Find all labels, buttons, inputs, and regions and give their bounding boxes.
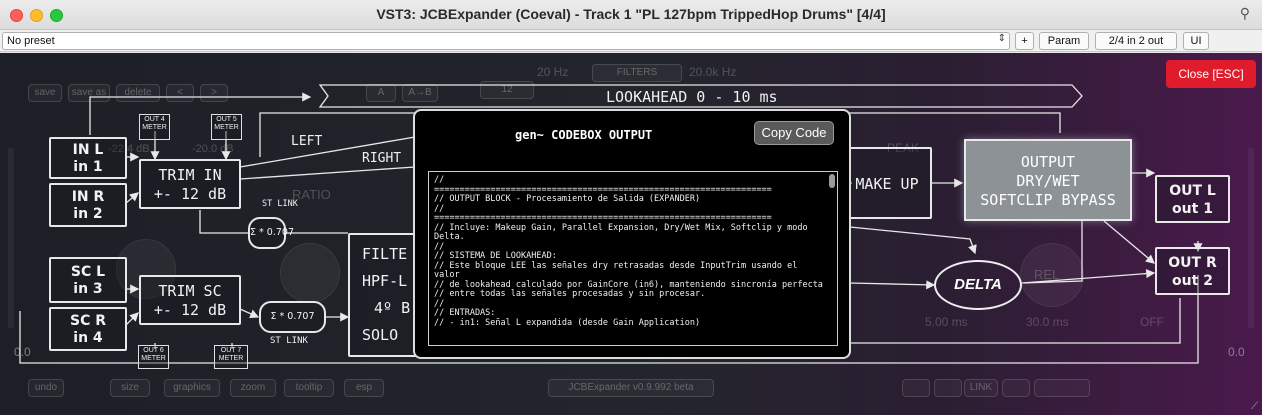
param-button[interactable]: Param	[1039, 32, 1089, 50]
out-r-label: OUT R	[1168, 255, 1217, 271]
output-line-3: SOFTCLIP BYPASS	[980, 191, 1116, 209]
out5-meter: OUT 5 METER	[211, 114, 242, 140]
trim-sc-block: TRIM SC +- 12 dB	[139, 275, 241, 325]
lookahead-label: LOOKAHEAD 0 - 10 ms	[606, 88, 778, 106]
resize-grip-icon[interactable]: ⟋	[1251, 401, 1258, 412]
close-overlay-button[interactable]: Close [ESC]	[1166, 60, 1256, 88]
out-r-block: OUT R out 2	[1155, 247, 1230, 295]
output-line-2: DRY/WET	[1016, 172, 1080, 190]
out7-meter: OUT 7 METER	[214, 345, 248, 369]
modal-title: gen~ CODEBOX OUTPUT	[515, 128, 653, 142]
out4-meter-title: OUT 4	[144, 116, 165, 123]
sc-r-label: SC R	[69, 313, 106, 329]
pin-icon[interactable]: ⚲	[1240, 5, 1250, 22]
preset-value: No preset	[7, 35, 55, 47]
sum-node-2: Σ * 0.707	[259, 301, 326, 333]
sc-r-block: SC R in 4	[49, 307, 127, 351]
out6-meter-title: OUT 6	[143, 347, 164, 354]
out6-meter-sub: METER	[141, 355, 166, 362]
sum-node-1: Σ * 0.707	[248, 217, 294, 249]
code-content: // =====================================…	[434, 175, 823, 328]
delta-node: DELTA	[934, 260, 1022, 310]
in-r-block: IN R in 2	[49, 183, 127, 227]
out5-meter-title: OUT 5	[216, 116, 237, 123]
plugin-ui: 20 Hz FILTERS 20.0k Hz save save as dele…	[0, 53, 1262, 415]
out4-meter-sub: METER	[142, 124, 167, 131]
ui-button[interactable]: UI	[1183, 32, 1209, 50]
out-l-label: OUT L	[1169, 183, 1216, 199]
sc-l-block: SC L in 3	[49, 257, 127, 303]
out-r-sub: out 2	[1172, 273, 1213, 289]
sc-r-sub: in 4	[73, 330, 103, 346]
chevron-updown-icon: ⇕	[997, 33, 1006, 44]
output-line-1: OUTPUT	[1020, 153, 1076, 171]
trim-in-label: TRIM IN	[158, 166, 222, 184]
makeup-block: MAKE UP	[844, 147, 932, 219]
code-textarea[interactable]: // =====================================…	[428, 171, 838, 346]
io-routing-button[interactable]: 2/4 in 2 out	[1095, 32, 1177, 50]
out5-meter-sub: METER	[214, 124, 239, 131]
out4-meter: OUT 4 METER	[139, 114, 170, 140]
in-r-label: IN R	[71, 189, 105, 205]
sc-l-sub: in 3	[73, 281, 103, 297]
st-link-label-2: ST LINK	[270, 336, 308, 346]
out7-meter-sub: METER	[218, 355, 244, 362]
trim-in-range: +- 12 dB	[153, 185, 227, 203]
code-scrollbar[interactable]	[829, 174, 835, 188]
sc-l-label: SC L	[70, 264, 106, 280]
trim-in-block: TRIM IN +- 12 dB	[139, 159, 241, 209]
in-l-block: IN L in 1	[49, 137, 127, 179]
window-titlebar: VST3: JCBExpander (Coeval) - Track 1 "PL…	[0, 0, 1262, 30]
host-toolbar: No preset ⇕ + Param 2/4 in 2 out UI ✓	[0, 30, 1262, 79]
right-label: RIGHT	[362, 151, 402, 166]
st-link-label-1: ST LINK	[262, 199, 298, 209]
trim-sc-label: TRIM SC	[158, 282, 222, 300]
out7-meter-title: OUT 7	[220, 347, 242, 354]
out6-meter: OUT 6 METER	[138, 345, 169, 369]
copy-code-button[interactable]: Copy Code	[754, 121, 834, 145]
output-block: OUTPUT DRY/WET SOFTCLIP BYPASS	[964, 139, 1132, 221]
out-l-sub: out 1	[1172, 201, 1213, 217]
left-label: LEFT	[291, 134, 323, 149]
in-r-sub: in 2	[73, 206, 103, 222]
out-l-block: OUT L out 1	[1155, 175, 1230, 223]
trim-sc-range: +- 12 dB	[153, 301, 227, 319]
window-title: VST3: JCBExpander (Coeval) - Track 1 "PL…	[376, 6, 886, 22]
in-l-sub: in 1	[73, 159, 103, 175]
preset-select[interactable]: No preset ⇕	[2, 32, 1010, 50]
in-l-label: IN L	[72, 142, 104, 158]
codebox-modal: gen~ CODEBOX OUTPUT Copy Code // =======…	[413, 109, 851, 359]
add-preset-button[interactable]: +	[1015, 32, 1034, 50]
